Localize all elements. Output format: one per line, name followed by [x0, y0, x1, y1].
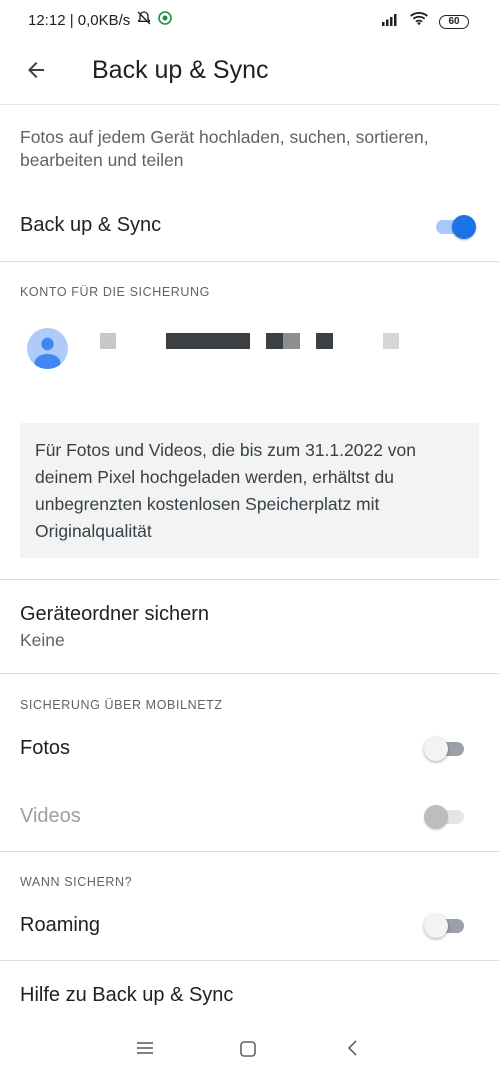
arrow-back-icon: [28, 62, 44, 78]
mobile-photos-label: Fotos: [20, 737, 71, 759]
storage-info-text: Für Fotos und Videos, die bis zum 31.1.2…: [35, 440, 417, 541]
wifi-icon: [409, 11, 429, 32]
signal-icon: [381, 12, 399, 31]
account-section-header: KONTO FÜR DIE SICHERUNG: [20, 285, 210, 299]
backup-sync-toggle[interactable]: [430, 212, 476, 240]
help-label: Hilfe zu Back up & Sync: [20, 984, 234, 1006]
divider: [0, 851, 499, 852]
home-nav-button[interactable]: [239, 1040, 257, 1063]
backup-sync-label: Back up & Sync: [20, 214, 162, 236]
notifications-off-icon: [136, 10, 152, 30]
menu-nav-button[interactable]: [136, 1040, 154, 1061]
back-nav-button[interactable]: [344, 1039, 362, 1062]
status-left: 12:12 | 0,0KB/s: [28, 10, 173, 30]
help-row[interactable]: Hilfe zu Back up & Sync: [0, 961, 499, 1019]
roaming-label: Roaming: [20, 914, 101, 936]
back-button[interactable]: [20, 54, 52, 86]
mobile-videos-label: Videos: [20, 805, 81, 827]
status-bar: 12:12 | 0,0KB/s 60: [0, 0, 499, 40]
status-time-speed: 12:12 | 0,0KB/s: [28, 11, 131, 29]
menu-icon: [137, 1042, 153, 1054]
system-nav-bar: [0, 1020, 499, 1080]
home-square-icon: [240, 1041, 256, 1057]
divider: [0, 261, 499, 262]
when-backup-section-header: WANN SICHERN?: [20, 875, 133, 889]
mobile-photos-row[interactable]: Fotos: [0, 722, 499, 776]
chevron-left-icon: [347, 1040, 357, 1056]
backup-sync-row[interactable]: Back up & Sync: [0, 200, 499, 254]
avatar: [27, 328, 68, 369]
storage-info-box: Für Fotos und Videos, die bis zum 31.1.2…: [20, 423, 479, 558]
status-right: 60: [381, 11, 469, 32]
battery-icon: 60: [439, 14, 469, 29]
mobile-photos-toggle[interactable]: [424, 734, 470, 762]
mobile-videos-row[interactable]: Videos: [0, 790, 499, 844]
person-icon: [34, 337, 61, 369]
page-title: Back up & Sync: [92, 56, 269, 84]
app-bar: Back up & Sync: [0, 40, 499, 105]
device-folders-title: Geräteordner sichern: [20, 603, 209, 625]
device-folders-row[interactable]: Geräteordner sichern Keine: [0, 580, 499, 673]
app-notification-icon: [158, 11, 173, 29]
device-folders-value: Keine: [20, 630, 65, 650]
mobile-data-section-header: SICHERUNG ÜBER MOBILNETZ: [20, 698, 223, 712]
roaming-toggle[interactable]: [424, 911, 470, 939]
mobile-videos-toggle[interactable]: [424, 802, 470, 830]
divider: [0, 673, 499, 674]
page-description: Fotos auf jedem Gerät hochladen, suchen,…: [20, 127, 429, 170]
roaming-row[interactable]: Roaming: [0, 898, 499, 952]
